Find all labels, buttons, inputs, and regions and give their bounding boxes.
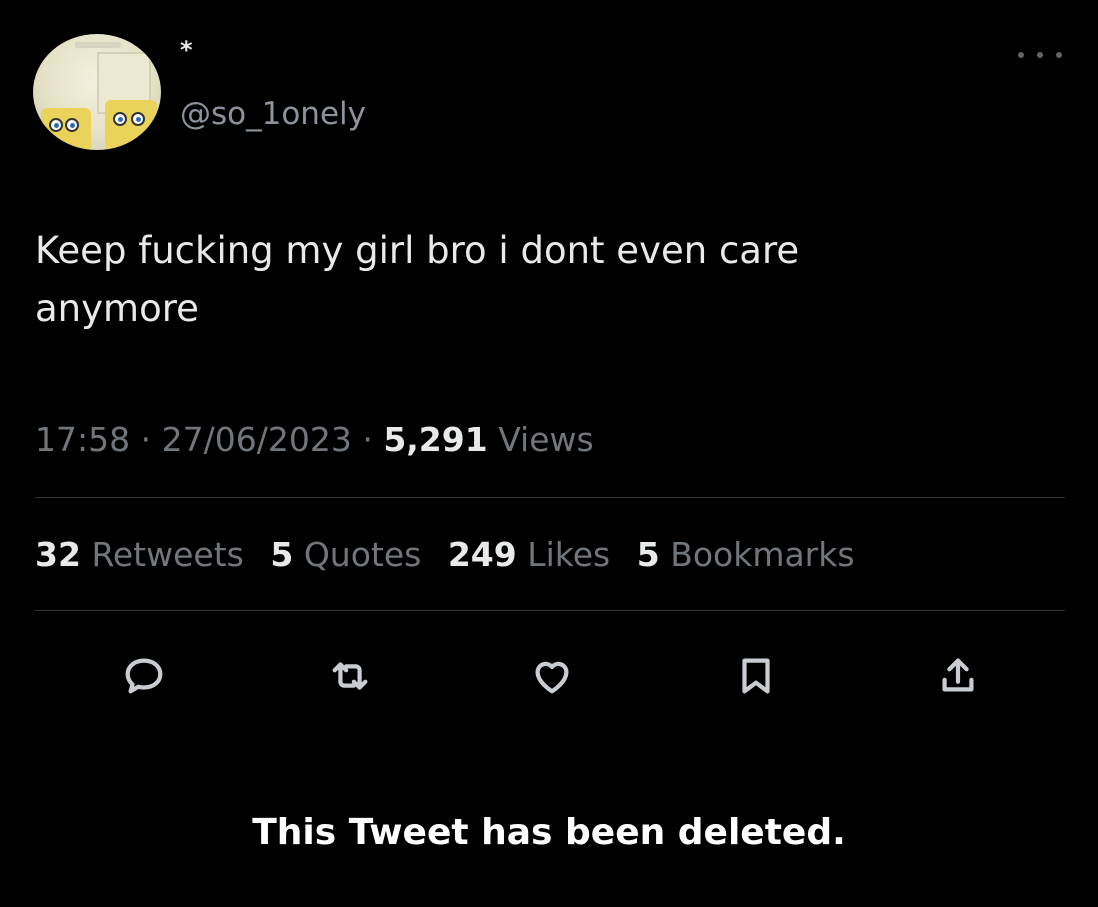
tweet-meta: 17:58 · 27/06/2023 · 5,291 Views bbox=[35, 420, 594, 459]
tweet-text: Keep fucking my girl bro i dont even car… bbox=[35, 222, 1035, 338]
views-count: 5,291 bbox=[383, 420, 488, 459]
likes-stat[interactable]: 249 Likes bbox=[448, 535, 610, 574]
avatar-sign-shape bbox=[75, 42, 121, 48]
more-dot bbox=[1037, 52, 1043, 58]
quotes-label: Quotes bbox=[303, 535, 422, 574]
retweets-label: Retweets bbox=[91, 535, 244, 574]
avatar[interactable] bbox=[33, 34, 161, 150]
user-handle[interactable]: @so_1onely bbox=[180, 96, 366, 132]
deleted-notice: This Tweet has been deleted. bbox=[252, 812, 846, 853]
more-dot bbox=[1018, 52, 1024, 58]
avatar-eye bbox=[49, 118, 63, 132]
share-icon[interactable] bbox=[930, 648, 986, 704]
avatar-sponge-left bbox=[41, 108, 91, 150]
tweet-text-line: Keep fucking my girl bro i dont even car… bbox=[35, 229, 800, 272]
divider bbox=[35, 497, 1065, 498]
bookmarks-count: 5 bbox=[636, 535, 660, 574]
tweet-text-line: anymore bbox=[35, 287, 199, 330]
engagement-stats: 32 Retweets 5 Quotes 249 Likes 5 Bookmar… bbox=[35, 535, 871, 574]
likes-count: 249 bbox=[447, 535, 517, 574]
tweet-card: * @so_1onely Keep fucking my girl bro i … bbox=[0, 0, 1098, 907]
retweets-stat[interactable]: 32 Retweets bbox=[35, 535, 244, 574]
avatar-eye bbox=[131, 112, 145, 126]
retweet-icon[interactable] bbox=[322, 648, 378, 704]
meta-separator: · bbox=[362, 420, 373, 459]
retweets-count: 32 bbox=[35, 535, 81, 574]
display-name[interactable]: * bbox=[180, 36, 193, 64]
tweet-date[interactable]: 27/06/2023 bbox=[162, 420, 352, 459]
quotes-count: 5 bbox=[270, 535, 294, 574]
quotes-stat[interactable]: 5 Quotes bbox=[270, 535, 421, 574]
more-options-icon[interactable] bbox=[1018, 40, 1062, 70]
avatar-eye bbox=[65, 118, 79, 132]
bookmarks-label: Bookmarks bbox=[670, 535, 855, 574]
meta-separator: · bbox=[140, 420, 152, 459]
like-icon[interactable] bbox=[524, 648, 580, 704]
more-dot bbox=[1056, 52, 1062, 58]
bookmark-icon[interactable] bbox=[728, 648, 784, 704]
tweet-time[interactable]: 17:58 bbox=[35, 420, 130, 459]
avatar-eye bbox=[113, 112, 127, 126]
action-bar bbox=[0, 648, 1098, 704]
bookmarks-stat[interactable]: 5 Bookmarks bbox=[637, 535, 855, 574]
likes-label: Likes bbox=[527, 535, 611, 574]
reply-icon[interactable] bbox=[116, 648, 172, 704]
views-label: Views bbox=[498, 420, 594, 459]
avatar-sponge-right bbox=[105, 100, 157, 150]
divider bbox=[35, 610, 1065, 611]
